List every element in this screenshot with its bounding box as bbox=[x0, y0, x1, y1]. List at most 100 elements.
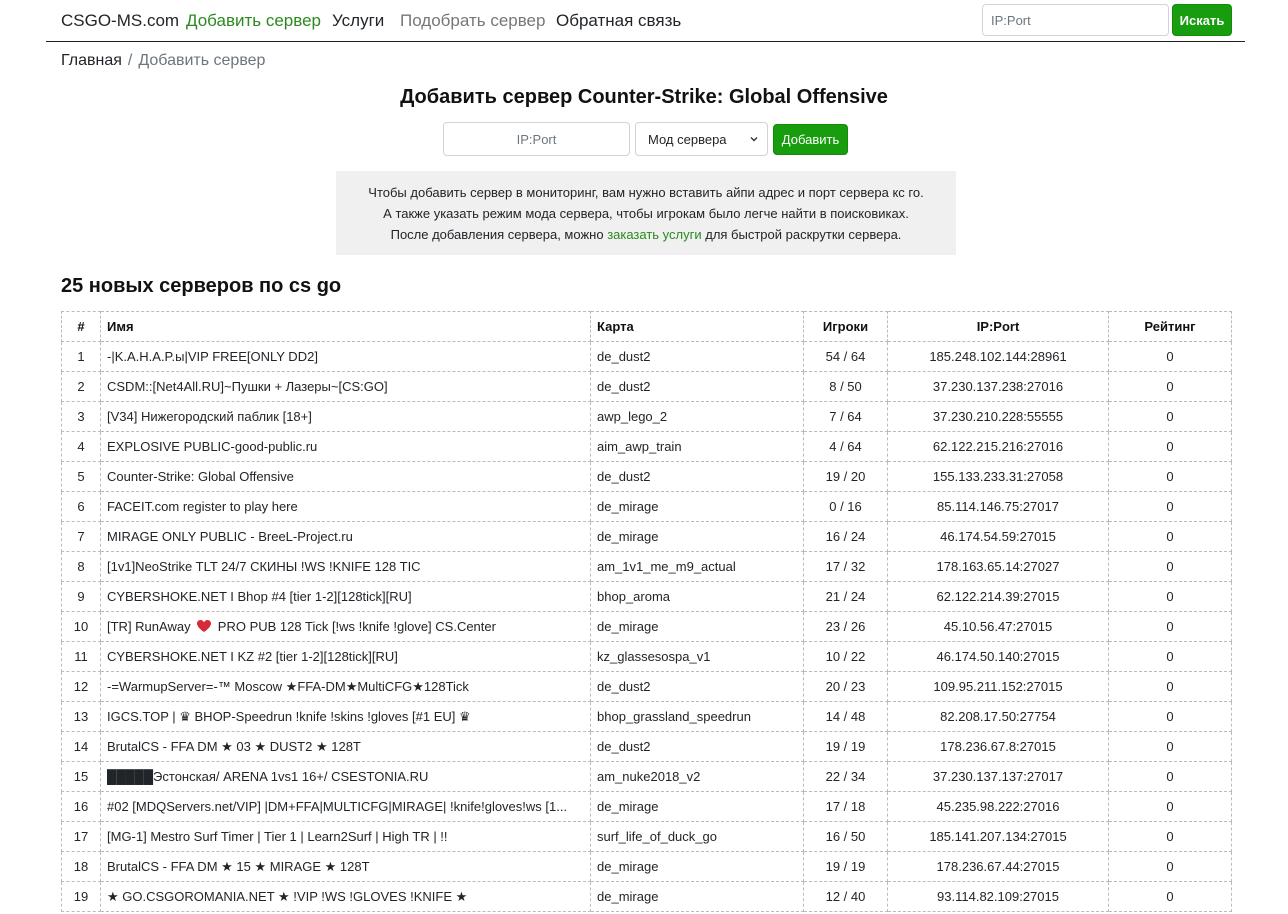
server-name-link[interactable]: █████Эстонская/ ARENA 1vs1 16+/ CSESTONI… bbox=[100, 761, 591, 792]
server-name-link[interactable]: -=WarmupServer=-™ Moscow ★FFA-DM★MultiCF… bbox=[100, 671, 591, 702]
heart-icon bbox=[197, 620, 212, 632]
server-ip-port: 46.174.50.140:27015 bbox=[887, 641, 1109, 672]
table-row[interactable]: 10 [TR] RunAway PRO PUB 128 Tick [!ws !kn… bbox=[61, 611, 1232, 642]
table-row[interactable]: 7 MIRAGE ONLY PUBLIC - BreeL-Project.ru de… bbox=[61, 521, 1232, 552]
page-title: Добавить сервер Counter-Strike: Global O… bbox=[400, 86, 888, 108]
table-row[interactable]: 2 CSDM::[Net4All.RU]~Пушки + Лазеры~[CS:G… bbox=[61, 371, 1232, 402]
server-rating: 0 bbox=[1108, 761, 1232, 792]
table-row[interactable]: 11 CYBERSHOKE.NET I KZ #2 [tier 1-2][128t… bbox=[61, 641, 1232, 672]
server-map: am_1v1_me_m9_actual bbox=[590, 551, 804, 582]
server-players: 10 / 22 bbox=[803, 641, 888, 672]
server-name-link[interactable]: MIRAGE ONLY PUBLIC - BreeL-Project.ru bbox=[100, 521, 591, 552]
row-number: 9 bbox=[61, 581, 101, 612]
row-number: 7 bbox=[61, 521, 101, 552]
brand-logo-link[interactable]: CSGO-MS.com bbox=[61, 11, 179, 31]
table-row[interactable]: 15 █████Эстонская/ ARENA 1vs1 16+/ CSESTO… bbox=[61, 761, 1232, 792]
info-box: Чтобы добавить сервер в мониторинг, вам … bbox=[336, 171, 956, 255]
search-button[interactable]: Искать bbox=[1172, 4, 1232, 36]
table-row[interactable]: 19 ★ GO.CSGOROMANIA.NET ★ !VIP !WS !GLOVE… bbox=[61, 881, 1232, 912]
server-players: 16 / 24 bbox=[803, 521, 888, 552]
row-number: 8 bbox=[61, 551, 101, 582]
servers-table: # Имя Карта Игроки IP:Port Рейтинг 1 -|K.… bbox=[61, 311, 1232, 912]
table-row[interactable]: 4 EXPLOSIVE PUBLIC-good-public.ru aim_awp_… bbox=[61, 431, 1232, 462]
row-number: 18 bbox=[61, 851, 101, 882]
server-rating: 0 bbox=[1108, 401, 1232, 432]
nav-add-server[interactable]: Добавить сервер bbox=[186, 11, 321, 31]
server-name-link[interactable]: Counter-Strike: Global Offensive bbox=[100, 461, 591, 492]
ip-port-input[interactable] bbox=[443, 122, 630, 156]
row-number: 6 bbox=[61, 491, 101, 522]
server-name-link[interactable]: CSDM::[Net4All.RU]~Пушки + Лазеры~[CS:GO… bbox=[100, 371, 591, 402]
server-name-link[interactable]: ★ GO.CSGOROMANIA.NET ★ !VIP !WS !GLOVES … bbox=[100, 881, 591, 912]
server-players: 8 / 50 bbox=[803, 371, 888, 402]
order-services-link[interactable]: заказать услуги bbox=[607, 227, 701, 242]
server-players: 54 / 64 bbox=[803, 341, 888, 372]
table-row[interactable]: 8 [1v1]NeoStrike TLT 24/7 СКИНЫ !WS !KNIF… bbox=[61, 551, 1232, 582]
server-players: 22 / 34 bbox=[803, 761, 888, 792]
server-name-link[interactable]: -|K.A.H.A.P.ы|VIP FREE[ONLY DD2] bbox=[100, 341, 591, 372]
row-number: 17 bbox=[61, 821, 101, 852]
server-rating: 0 bbox=[1108, 791, 1232, 822]
add-server-button[interactable]: Добавить bbox=[773, 124, 848, 155]
breadcrumb: Главная / Добавить сервер bbox=[61, 52, 265, 70]
nav-feedback[interactable]: Обратная связь bbox=[556, 11, 681, 31]
server-rating: 0 bbox=[1108, 431, 1232, 462]
info-line-3: После добавления сервера, можно заказать… bbox=[390, 227, 902, 242]
server-map: de_mirage bbox=[590, 491, 804, 522]
row-number: 10 bbox=[61, 611, 101, 642]
server-name-link[interactable]: [V34] Нижегородский паблик [18+] bbox=[100, 401, 591, 432]
chevron-down-icon bbox=[750, 137, 758, 142]
server-ip-port: 37.230.137.238:27016 bbox=[887, 371, 1109, 402]
server-name-link[interactable]: EXPLOSIVE PUBLIC-good-public.ru bbox=[100, 431, 591, 462]
table-row[interactable]: 5 Counter-Strike: Global Offensive de_dust… bbox=[61, 461, 1232, 492]
header-players: Игроки bbox=[803, 311, 888, 342]
server-rating: 0 bbox=[1108, 461, 1232, 492]
server-map: surf_life_of_duck_go bbox=[590, 821, 804, 852]
server-rating: 0 bbox=[1108, 491, 1232, 522]
server-rating: 0 bbox=[1108, 881, 1232, 912]
table-row[interactable]: 14 BrutalCS - FFA DM ★ 03 ★ DUST2 ★ 128T d… bbox=[61, 731, 1232, 762]
server-map: kz_glassesospa_v1 bbox=[590, 641, 804, 672]
table-row[interactable]: 17 [MG-1] Mestro Surf Timer | Tier 1 | Le… bbox=[61, 821, 1232, 852]
search-input[interactable] bbox=[982, 4, 1169, 36]
server-players: 14 / 48 bbox=[803, 701, 888, 732]
server-name-link[interactable]: BrutalCS - FFA DM ★ 03 ★ DUST2 ★ 128T bbox=[100, 731, 591, 762]
server-rating: 0 bbox=[1108, 671, 1232, 702]
server-map: de_mirage bbox=[590, 881, 804, 912]
table-header-row: # Имя Карта Игроки IP:Port Рейтинг bbox=[61, 311, 1232, 342]
server-name-link[interactable]: [MG-1] Mestro Surf Timer | Tier 1 | Lear… bbox=[100, 821, 591, 852]
breadcrumb-home-link[interactable]: Главная bbox=[61, 52, 122, 69]
table-row[interactable]: 1 -|K.A.H.A.P.ы|VIP FREE[ONLY DD2] de_dust… bbox=[61, 341, 1232, 372]
table-row[interactable]: 12 -=WarmupServer=-™ Moscow ★FFA-DM★Multi… bbox=[61, 671, 1232, 702]
table-row[interactable]: 9 CYBERSHOKE.NET I Bhop #4 [tier 1-2][128… bbox=[61, 581, 1232, 612]
server-ip-port: 185.141.207.134:27015 bbox=[887, 821, 1109, 852]
table-row[interactable]: 16 #02 [MDQServers.net/VIP] |DM+FFA|MULTI… bbox=[61, 791, 1232, 822]
table-row[interactable]: 3 [V34] Нижегородский паблик [18+] awp_leg… bbox=[61, 401, 1232, 432]
nav-services[interactable]: Услуги bbox=[332, 11, 384, 31]
row-number: 13 bbox=[61, 701, 101, 732]
server-name-link[interactable]: CYBERSHOKE.NET I KZ #2 [tier 1-2][128tic… bbox=[100, 641, 591, 672]
server-rating: 0 bbox=[1108, 581, 1232, 612]
server-players: 0 / 16 bbox=[803, 491, 888, 522]
server-rating: 0 bbox=[1108, 851, 1232, 882]
server-name-link[interactable]: FACEIT.com register to play here bbox=[100, 491, 591, 522]
table-row[interactable]: 13 IGCS.TOP | ♛ BHOP-Speedrun !knife !ski… bbox=[61, 701, 1232, 732]
header-name: Имя bbox=[100, 311, 591, 342]
server-mode-selected: Мод сервера bbox=[648, 131, 727, 147]
server-name-link[interactable]: IGCS.TOP | ♛ BHOP-Speedrun !knife !skins… bbox=[100, 701, 591, 732]
server-name-link[interactable]: BrutalCS - FFA DM ★ 15 ★ MIRAGE ★ 128T bbox=[100, 851, 591, 882]
row-number: 1 bbox=[61, 341, 101, 372]
server-name-link[interactable]: #02 [MDQServers.net/VIP] |DM+FFA|MULTICF… bbox=[100, 791, 591, 822]
server-ip-port: 37.230.137.137:27017 bbox=[887, 761, 1109, 792]
server-name-link[interactable]: [TR] RunAway PRO PUB 128 Tick [!ws !knif… bbox=[100, 611, 591, 642]
table-row[interactable]: 6 FACEIT.com register to play here de_mira… bbox=[61, 491, 1232, 522]
server-mode-select[interactable]: Мод сервера bbox=[635, 122, 768, 156]
nav-find-server[interactable]: Подобрать сервер bbox=[400, 11, 545, 31]
server-name-link[interactable]: CYBERSHOKE.NET I Bhop #4 [tier 1-2][128t… bbox=[100, 581, 591, 612]
servers-table-wrap: # Имя Карта Игроки IP:Port Рейтинг 1 -|K.… bbox=[61, 311, 1232, 912]
table-row[interactable]: 18 BrutalCS - FFA DM ★ 15 ★ MIRAGE ★ 128T… bbox=[61, 851, 1232, 882]
server-name-link[interactable]: [1v1]NeoStrike TLT 24/7 СКИНЫ !WS !KNIFE… bbox=[100, 551, 591, 582]
server-ip-port: 109.95.211.152:27015 bbox=[887, 671, 1109, 702]
row-number: 2 bbox=[61, 371, 101, 402]
server-rating: 0 bbox=[1108, 701, 1232, 732]
